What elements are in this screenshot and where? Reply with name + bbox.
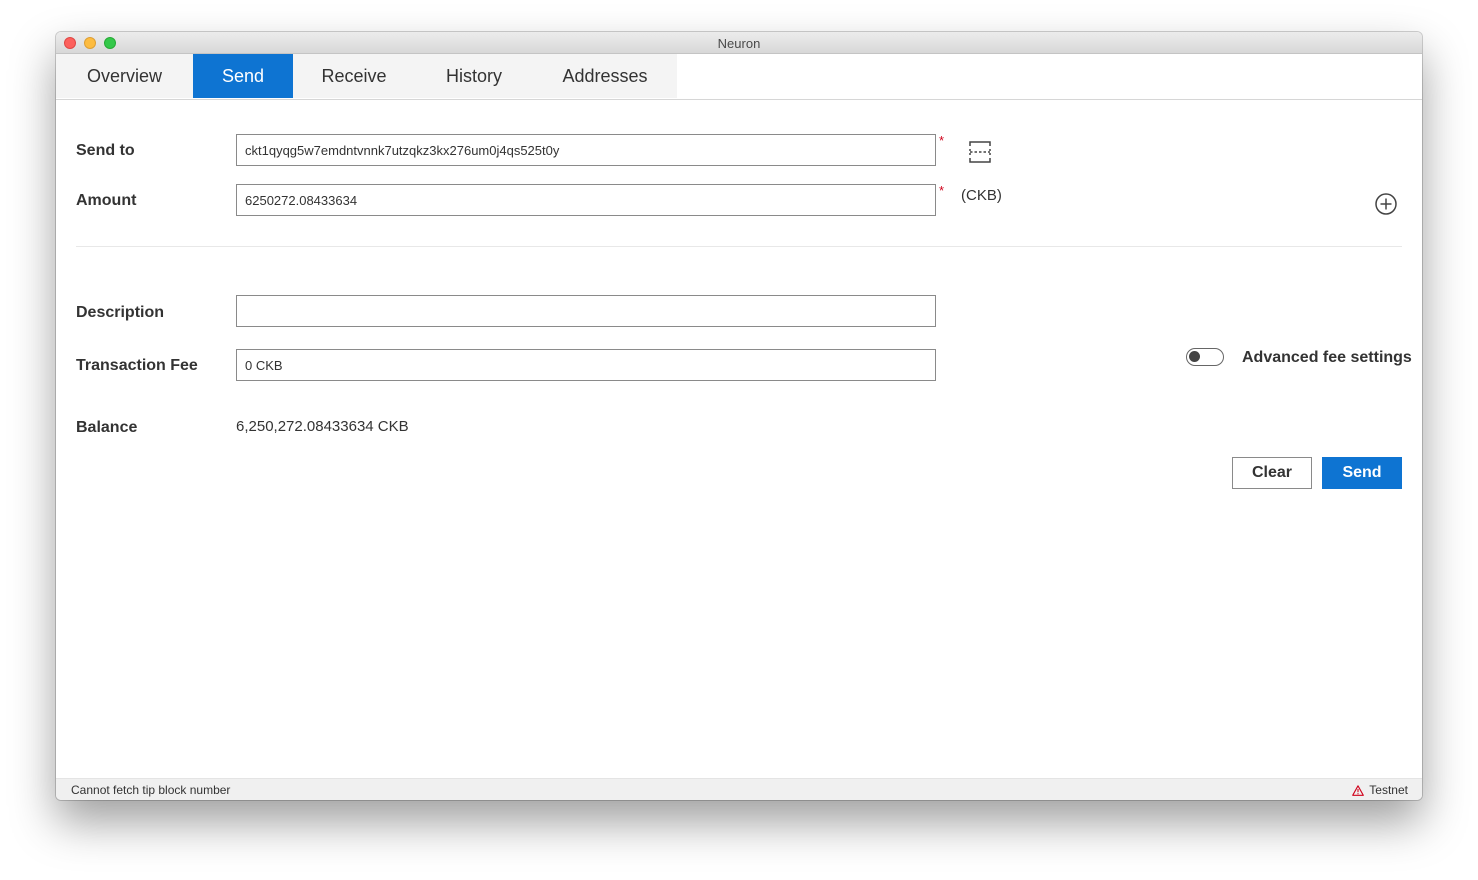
tab-overview[interactable]: Overview [56,54,193,98]
add-circle-icon[interactable] [1374,192,1398,216]
warning-icon [1352,784,1365,796]
send-to-label: Send to [76,142,135,159]
description-input[interactable] [236,295,936,327]
toggle-knob [1189,351,1200,362]
window-title: Neuron [717,36,761,51]
tab-history[interactable]: History [415,54,533,98]
tab-bar: Overview Send Receive History Addresses [56,54,1422,100]
network-indicator[interactable]: Testnet [1352,783,1408,797]
tab-addresses[interactable]: Addresses [533,54,677,98]
scan-qr-icon[interactable] [968,140,992,164]
send-to-required-mark: * [939,133,945,148]
balance-label: Balance [76,419,138,436]
balance-value: 6,250,272.08433634 CKB [236,418,409,435]
amount-input[interactable] [236,184,936,216]
tab-send[interactable]: Send [193,54,293,98]
form-divider [76,246,1402,247]
network-name: Testnet [1369,783,1408,797]
status-bar: Cannot fetch tip block number Testnet [56,778,1422,800]
amount-unit: (CKB) [961,187,1002,204]
send-to-input[interactable] [236,134,936,166]
send-button[interactable]: Send [1322,457,1402,489]
app-window: Neuron Overview Send Receive History Add… [56,32,1422,800]
title-bar: Neuron [56,32,1422,54]
amount-label: Amount [76,192,137,209]
tab-receive[interactable]: Receive [293,54,415,98]
transaction-fee-label: Transaction Fee [76,357,198,374]
transaction-fee-input[interactable] [236,349,936,381]
advanced-fee-toggle[interactable] [1186,348,1224,366]
clear-button[interactable]: Clear [1232,457,1312,489]
status-message: Cannot fetch tip block number [71,783,231,797]
description-label: Description [76,304,165,321]
advanced-fee-label: Advanced fee settings [1242,349,1412,366]
amount-required-mark: * [939,183,945,198]
